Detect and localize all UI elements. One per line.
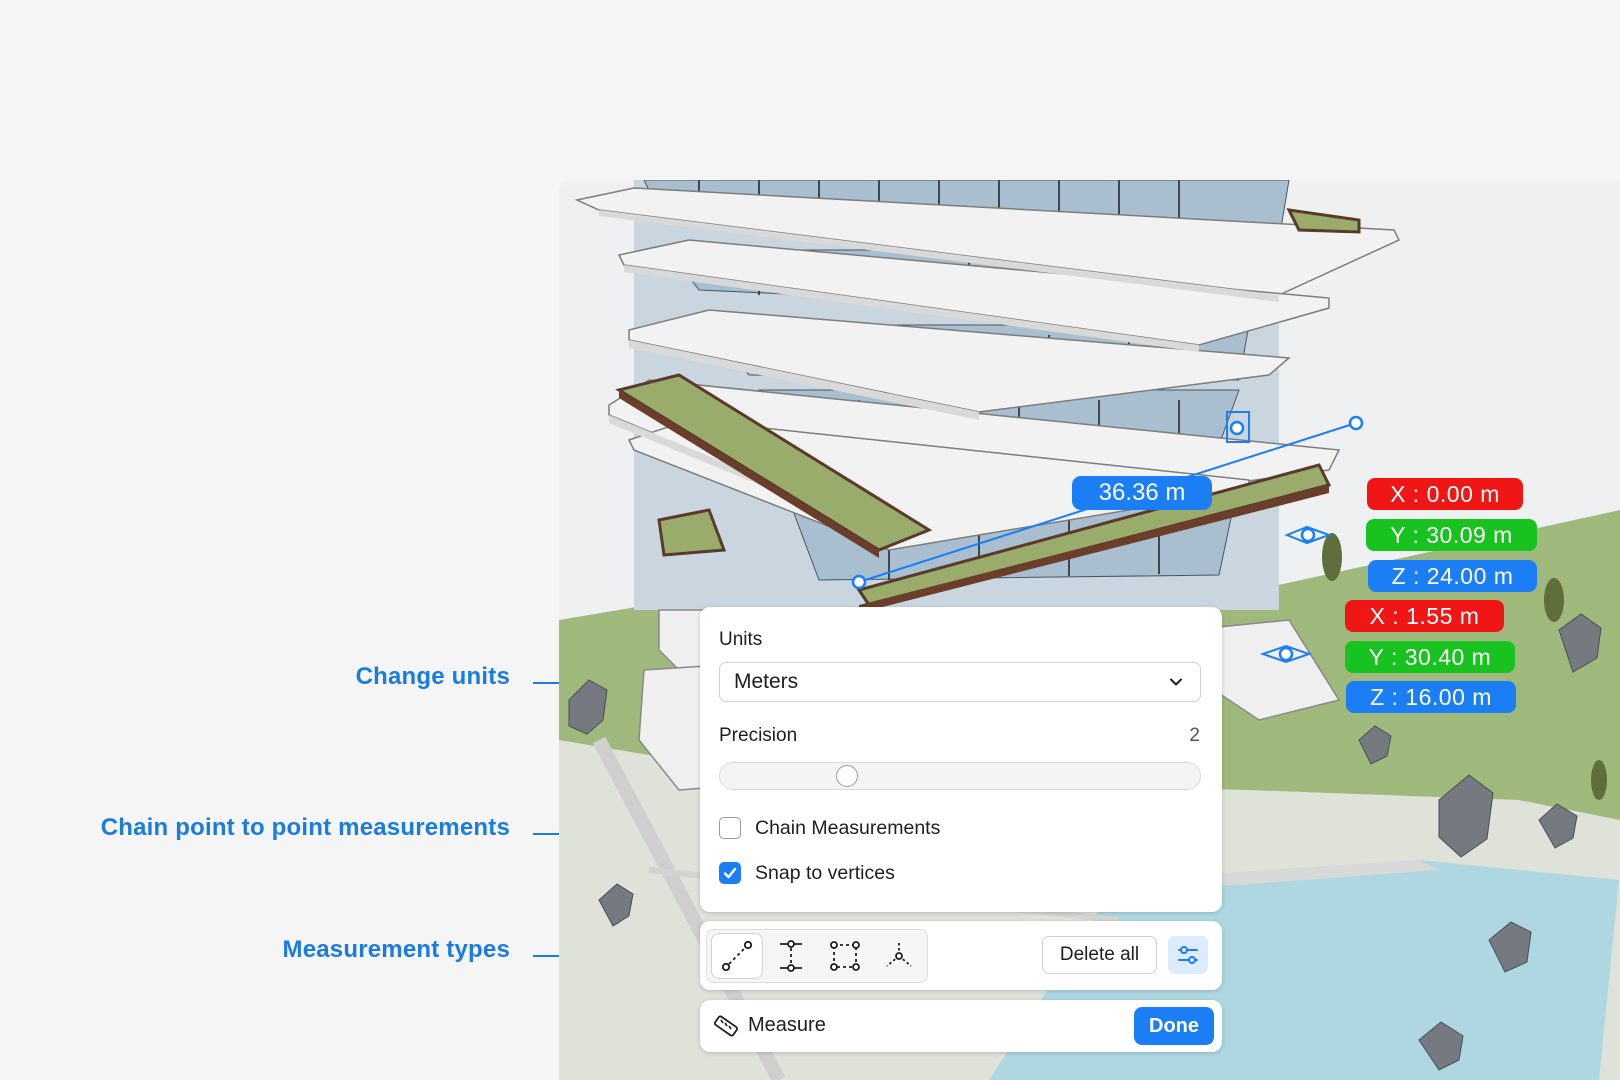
callout-label: Change units bbox=[355, 663, 510, 690]
units-label: Units bbox=[719, 629, 763, 650]
coord-a-x: X : 0.00 m bbox=[1367, 478, 1523, 510]
precision-slider[interactable] bbox=[719, 762, 1201, 790]
coord-a-z: Z : 24.00 m bbox=[1368, 560, 1537, 592]
callout-label: Chain point to point measurements bbox=[100, 814, 510, 841]
precision-value: 2 bbox=[1189, 725, 1200, 746]
coord-b-z: Z : 16.00 m bbox=[1346, 681, 1516, 713]
vertical-distance-button[interactable] bbox=[766, 934, 816, 978]
units-value: Meters bbox=[734, 670, 799, 693]
precision-slider-thumb[interactable] bbox=[836, 765, 858, 787]
snap-vertices-row[interactable]: Snap to vertices bbox=[719, 860, 895, 886]
measurement-type-group bbox=[706, 929, 928, 983]
vertical-distance-icon bbox=[780, 940, 802, 972]
measure-label: Measure bbox=[748, 1014, 826, 1036]
delete-all-button[interactable]: Delete all bbox=[1042, 936, 1157, 974]
sliders-icon bbox=[1178, 946, 1198, 964]
settings-toggle-button[interactable] bbox=[1168, 936, 1208, 974]
coord-a-y: Y : 30.09 m bbox=[1366, 519, 1537, 551]
area-icon bbox=[830, 941, 860, 971]
coord-b-x: X : 1.55 m bbox=[1345, 600, 1504, 632]
done-button[interactable]: Done bbox=[1134, 1007, 1214, 1045]
chain-measurements-checkbox[interactable] bbox=[719, 817, 741, 839]
coord-b-y: Y : 30.40 m bbox=[1345, 641, 1515, 673]
units-select[interactable]: Meters bbox=[719, 662, 1201, 702]
ruler-icon bbox=[714, 1015, 738, 1037]
point-coordinates-icon bbox=[886, 943, 912, 967]
measure-bar: Measure Done bbox=[700, 1000, 1222, 1052]
point-coordinates-button[interactable] bbox=[874, 934, 924, 978]
snap-vertices-label: Snap to vertices bbox=[755, 861, 895, 884]
chain-measurements-row[interactable]: Chain Measurements bbox=[719, 815, 940, 841]
area-button[interactable] bbox=[820, 934, 870, 978]
precision-label: Precision bbox=[719, 725, 798, 746]
callout-label: Measurement types bbox=[282, 936, 510, 963]
snap-vertices-checkbox[interactable] bbox=[719, 862, 741, 884]
point-to-point-button[interactable] bbox=[712, 934, 762, 978]
distance-label: 36.36 m bbox=[1072, 476, 1212, 510]
chevron-down-icon bbox=[1170, 678, 1182, 686]
point-to-point-icon bbox=[721, 940, 753, 972]
measurement-toolbar: Delete all bbox=[700, 921, 1222, 990]
measure-settings-panel: Units Meters Precision 2 Chain Measureme… bbox=[700, 607, 1222, 912]
chain-measurements-label: Chain Measurements bbox=[755, 816, 941, 839]
checkmark-icon bbox=[723, 867, 737, 879]
